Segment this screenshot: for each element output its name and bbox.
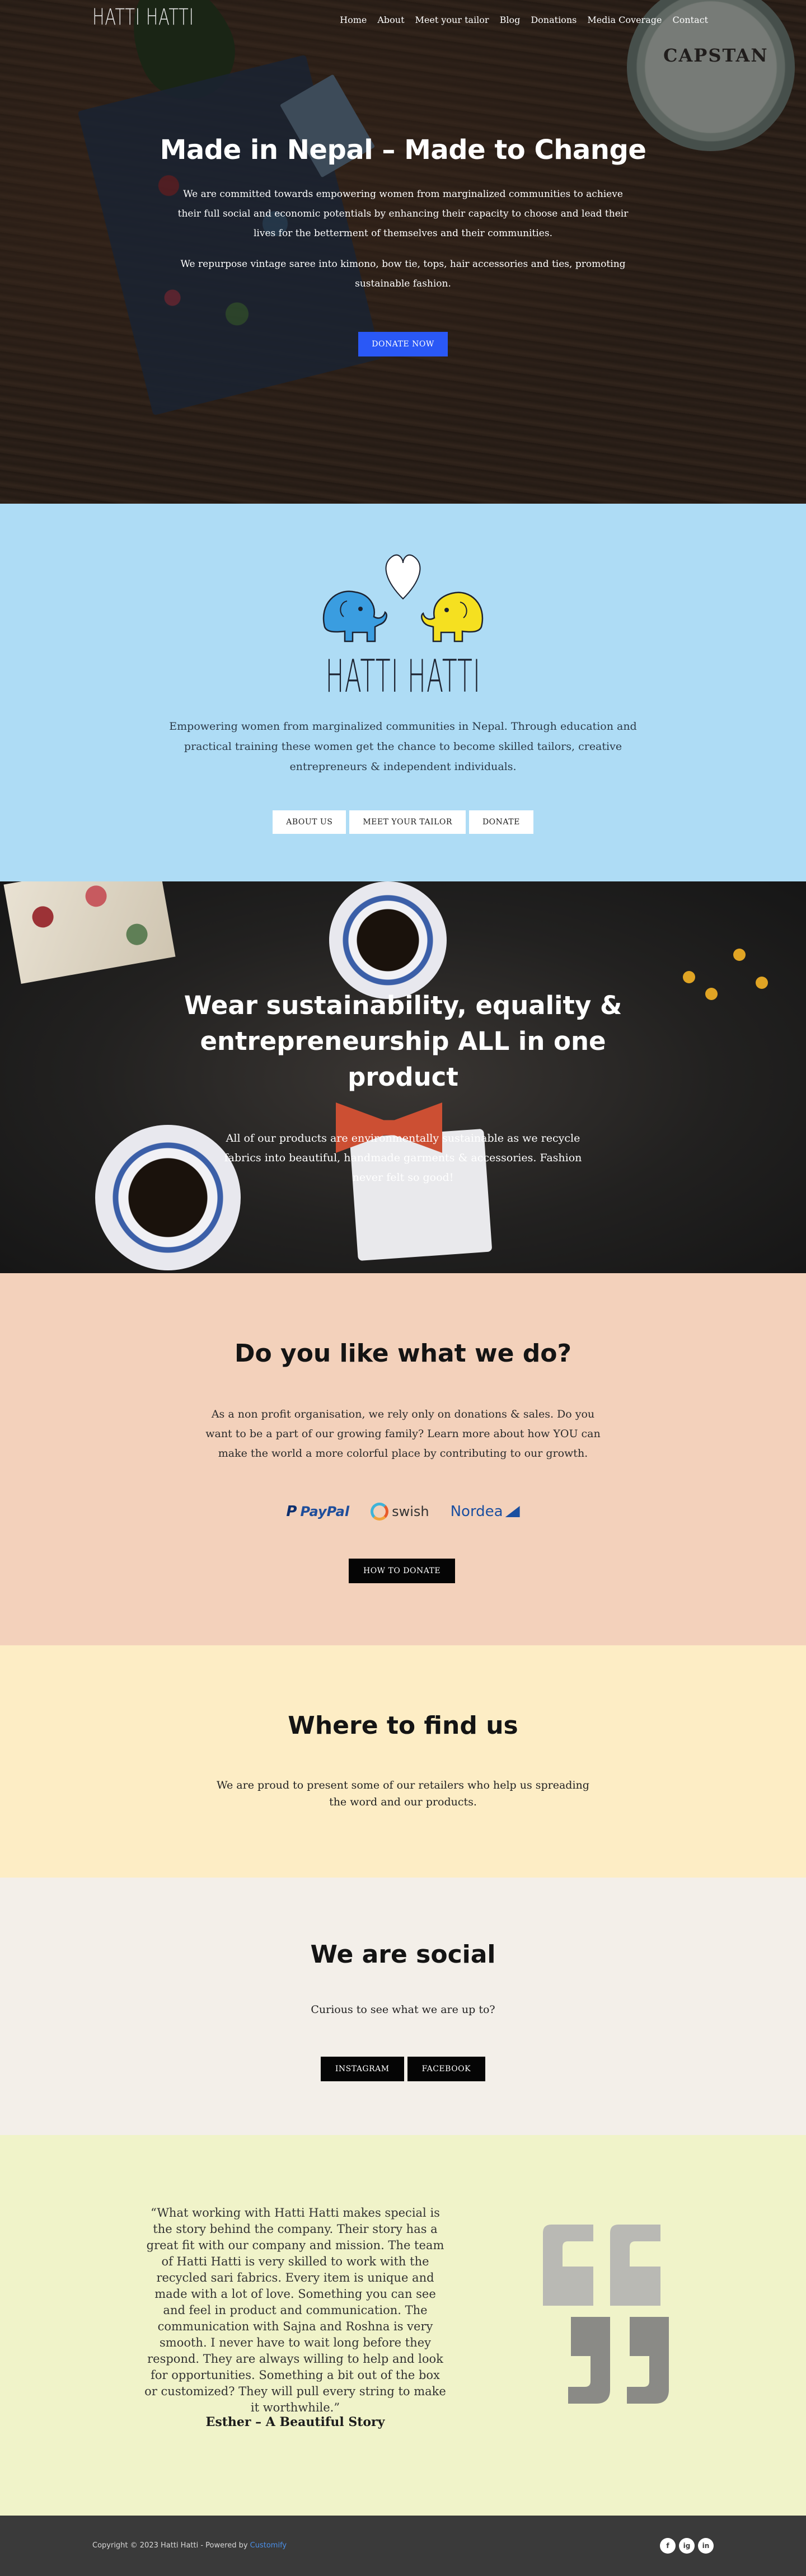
instagram-button[interactable]: INSTAGRAM <box>320 2057 404 2081</box>
facebook-button[interactable]: FACEBOOK <box>407 2057 486 2081</box>
find-us-paragraph: We are proud to present some of our reta… <box>217 1779 589 1808</box>
social-section: We are social Curious to see what we are… <box>0 1878 806 2135</box>
site-footer: Copyright © 2023 Hatti Hatti - Powered b… <box>0 2516 806 2576</box>
facebook-icon[interactable]: f <box>660 2538 676 2554</box>
wordmark-text: HATTI HATTI <box>325 650 481 702</box>
swish-icon <box>371 1503 389 1521</box>
social-title: We are social <box>310 1940 496 1969</box>
sustainability-content: Wear sustainability, equality & entrepre… <box>0 988 806 1188</box>
find-us-section: Where to find us We are proud to present… <box>0 1645 806 1878</box>
main-nav: HATTI HATTI Home About Meet your tailor … <box>0 0 806 40</box>
about-paragraph: Empowering women from marginalized commu… <box>169 720 637 773</box>
nordea-logo: Nordea <box>451 1503 520 1520</box>
donate-title: Do you like what we do? <box>234 1339 572 1368</box>
testimonial-section: “What working with Hatti Hatti makes spe… <box>0 2135 806 2516</box>
payment-logos: P PayPal swish Nordea <box>0 1503 806 1521</box>
sustainability-section: Wear sustainability, equality & entrepre… <box>0 881 806 1273</box>
linkedin-icon[interactable]: in <box>698 2538 714 2554</box>
site-logo[interactable]: HATTI HATTI <box>92 4 194 30</box>
find-us-title: Where to find us <box>288 1711 518 1740</box>
nav-menu: Home About Meet your tailor Blog Donatio… <box>340 15 708 25</box>
powered-by-link[interactable]: Customify <box>250 2541 287 2550</box>
hero-title: Made in Nepal – Made to Change <box>160 134 646 166</box>
instagram-icon[interactable]: ig <box>679 2538 695 2554</box>
hero-section: CAPSTAN HATTI HATTI Home About Meet your… <box>0 0 806 504</box>
teacup-image <box>329 881 447 999</box>
testimonial-author: Esther – A Beautiful Story <box>205 2415 385 2429</box>
nav-item-blog[interactable]: Blog <box>500 15 521 25</box>
hero-content: Made in Nepal – Made to Change We are co… <box>0 134 806 356</box>
nav-item-media-coverage[interactable]: Media Coverage <box>587 15 662 25</box>
nav-item-meet-your-tailor[interactable]: Meet your tailor <box>415 15 489 25</box>
hero-paragraph-products: We repurpose vintage saree into kimono, … <box>180 259 626 289</box>
sustainability-paragraph: All of our products are environmentally … <box>224 1132 582 1184</box>
about-us-button[interactable]: ABOUT US <box>273 810 346 834</box>
hatti-hatti-wordmark: HATTI HATTI <box>0 650 806 702</box>
about-section: HATTI HATTI Empowering women from margin… <box>0 504 806 881</box>
paypal-icon: P <box>286 1503 297 1520</box>
quote-marks-icon <box>543 2225 669 2404</box>
copyright-text: Copyright © 2023 Hatti Hatti - Powered b… <box>92 2541 250 2550</box>
meet-your-tailor-button[interactable]: MEET YOUR TAILOR <box>349 810 466 834</box>
nav-item-about[interactable]: About <box>377 15 404 25</box>
hero-paragraph-mission: We are committed towards empowering wome… <box>177 189 629 239</box>
swish-logo: swish <box>371 1503 429 1521</box>
nav-item-home[interactable]: Home <box>340 15 367 25</box>
donate-now-button[interactable]: DONATE NOW <box>358 332 448 356</box>
nordea-label: Nordea <box>450 1503 503 1520</box>
testimonial-quote: “What working with Hatti Hatti makes spe… <box>144 2206 446 2414</box>
paypal-label: PayPal <box>300 1504 350 1519</box>
tin-label: CAPSTAN <box>663 45 768 66</box>
elephants-logo-icon <box>322 554 484 642</box>
swish-label: swish <box>392 1504 429 1519</box>
footer-copyright: Copyright © 2023 Hatti Hatti - Powered b… <box>92 2541 287 2550</box>
donate-paragraph: As a non profit organisation, we rely on… <box>205 1408 601 1460</box>
donate-button[interactable]: DONATE <box>468 810 533 834</box>
donate-section: Do you like what we do? As a non profit … <box>0 1273 806 1645</box>
nav-item-donations[interactable]: Donations <box>531 15 577 25</box>
social-paragraph: Curious to see what we are up to? <box>311 2003 495 2016</box>
nav-item-contact[interactable]: Contact <box>672 15 708 25</box>
footer-social-icons: f ig in <box>660 2538 714 2554</box>
paypal-logo: P PayPal <box>286 1503 349 1520</box>
social-button-group: INSTAGRAM FACEBOOK <box>0 2057 806 2081</box>
about-button-group: ABOUT US MEET YOUR TAILOR DONATE <box>0 810 806 834</box>
how-to-donate-button[interactable]: HOW TO DONATE <box>349 1559 456 1583</box>
sustainability-title: Wear sustainability, equality & entrepre… <box>184 991 622 1092</box>
nordea-icon <box>505 1506 520 1517</box>
